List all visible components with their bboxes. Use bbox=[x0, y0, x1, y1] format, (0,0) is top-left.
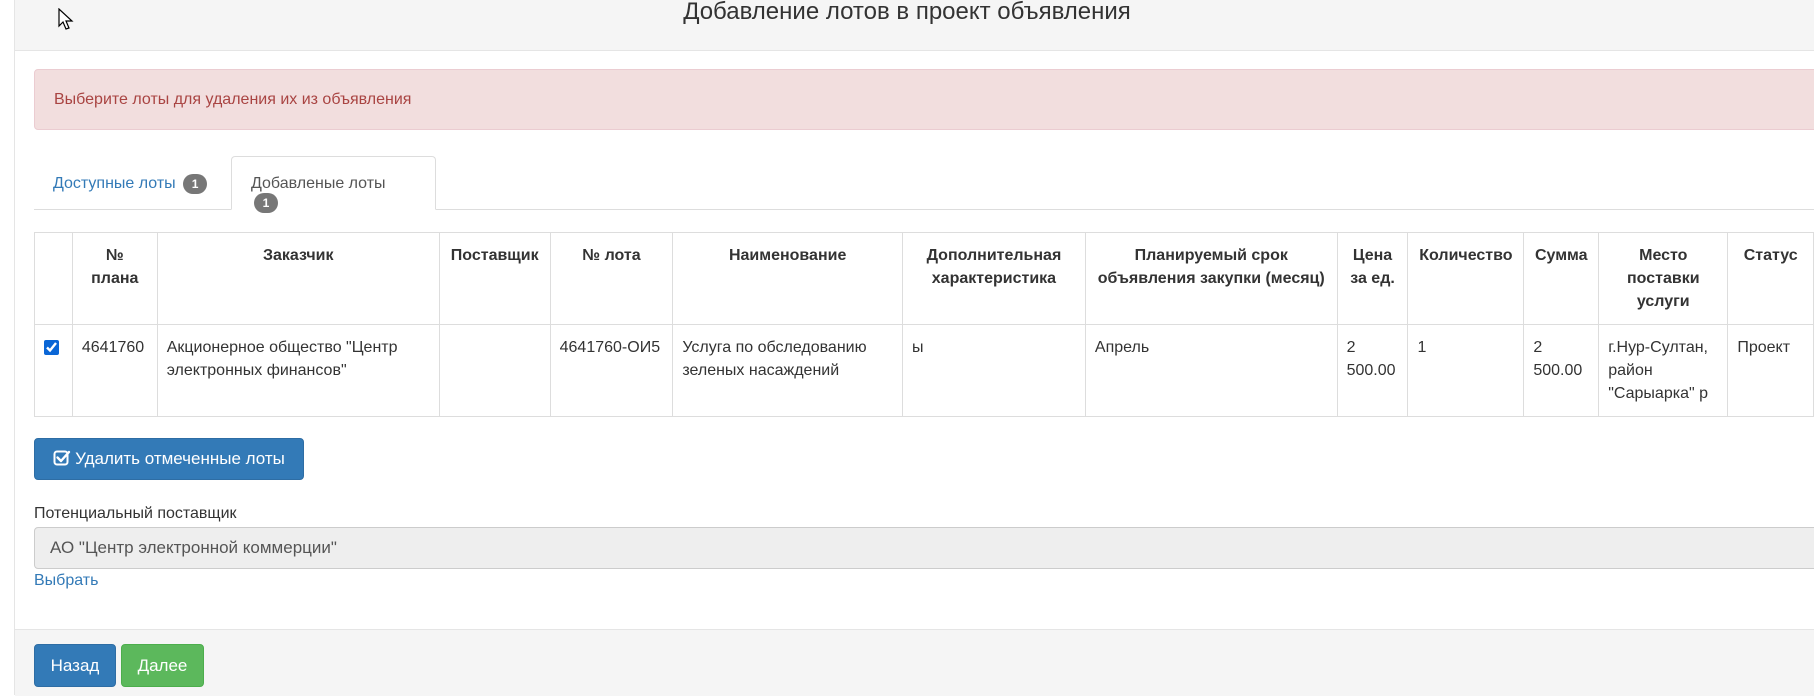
header-plan-number: № плана bbox=[71, 232, 158, 325]
count-badge: 1 bbox=[183, 174, 208, 194]
cell-name: Услуга по обследованию зеленых насаждени… bbox=[672, 324, 903, 417]
table-row: 4641760 Акционерное общество "Центр элек… bbox=[34, 324, 1814, 417]
row-checkbox[interactable] bbox=[44, 340, 59, 355]
header-unit-price: Цена за ед. bbox=[1336, 232, 1409, 325]
cell-supplier bbox=[438, 324, 551, 417]
header-quantity: Количество bbox=[1407, 232, 1525, 325]
header-checkbox-cell bbox=[34, 232, 73, 325]
delete-button-label: Удалить отмеченные лоты bbox=[75, 449, 285, 468]
row-checkbox-cell bbox=[34, 324, 73, 417]
supplier-input[interactable]: АО "Центр электронной коммерции" bbox=[34, 527, 1814, 569]
select-supplier-link[interactable]: Выбрать bbox=[34, 572, 98, 590]
cell-extra-characteristic: ы bbox=[901, 324, 1086, 417]
alert-danger: Выберите лоты для удаления их из объявле… bbox=[34, 69, 1814, 130]
header-customer: Заказчик bbox=[156, 232, 440, 325]
cell-planned-month: Апрель bbox=[1084, 324, 1338, 417]
lots-table: № плана Заказчик Поставщик № лота Наимен… bbox=[34, 232, 1814, 417]
cell-status: Проект bbox=[1727, 324, 1814, 417]
header-lot-number: № лота bbox=[549, 232, 674, 325]
delete-selected-lots-button[interactable]: Удалить отмеченные лоты bbox=[34, 438, 304, 480]
table-header-row: № плана Заказчик Поставщик № лота Наимен… bbox=[34, 232, 1814, 325]
cell-unit-price: 2 500.00 bbox=[1336, 324, 1409, 417]
cell-delivery-place: г.Нур-Султан, район "Сарыарка" р bbox=[1598, 324, 1729, 417]
modal-title: Добавление лотов в проект объявления bbox=[683, 0, 1131, 25]
check-square-icon bbox=[53, 450, 71, 466]
count-badge: 1 bbox=[254, 193, 278, 213]
cell-customer: Акционерное общество "Центр электронных … bbox=[156, 324, 440, 417]
alert-text: Выберите лоты для удаления их из объявле… bbox=[54, 91, 412, 108]
tab-available-lots[interactable]: Доступные лоты 1 bbox=[34, 156, 226, 209]
tab-added-lots[interactable]: Добавленые лоты 1 bbox=[231, 156, 436, 213]
header-extra-characteristic: Дополнительная характеристика bbox=[901, 232, 1086, 325]
header-delivery-place: Место поставки услуги bbox=[1598, 232, 1729, 325]
lots-tabs: Доступные лоты 1 Добавленые лоты 1 bbox=[34, 156, 1814, 213]
cell-quantity: 1 bbox=[1407, 324, 1525, 417]
cell-sum: 2 500.00 bbox=[1523, 324, 1600, 417]
modal-footer bbox=[15, 629, 1814, 696]
header-name: Наименование bbox=[672, 232, 903, 325]
header-sum: Сумма bbox=[1523, 232, 1600, 325]
header-planned-month: Планируемый срок объявления закупки (мес… bbox=[1084, 232, 1338, 325]
next-button[interactable]: Далее bbox=[121, 644, 204, 687]
cell-lot-number: 4641760-ОИ5 bbox=[549, 324, 674, 417]
back-button[interactable]: Назад bbox=[34, 644, 116, 687]
modal-left-border bbox=[14, 0, 15, 695]
header-supplier: Поставщик bbox=[438, 232, 551, 325]
header-status: Статус bbox=[1727, 232, 1814, 325]
tab-label: Доступные лоты bbox=[53, 175, 176, 193]
tab-label: Добавленые лоты bbox=[251, 175, 386, 192]
mouse-pointer-icon bbox=[58, 8, 74, 30]
cell-plan-number: 4641760 bbox=[71, 324, 158, 417]
supplier-field-label: Потенциальный поставщик bbox=[34, 505, 237, 522]
